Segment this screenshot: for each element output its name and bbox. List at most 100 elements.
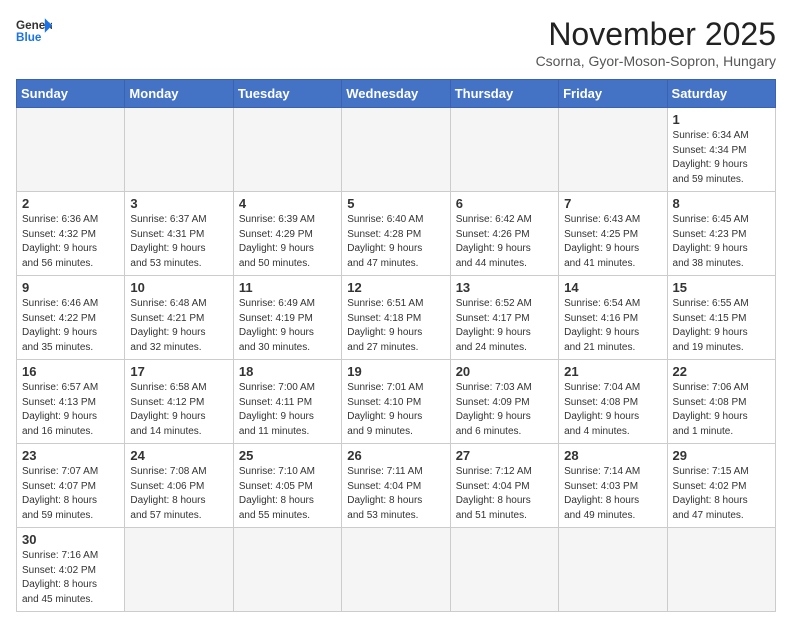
- day-info: Sunrise: 7:03 AM Sunset: 4:09 PM Dayligh…: [456, 381, 553, 439]
- day-number: 28: [564, 448, 661, 463]
- day-number: 25: [239, 448, 336, 463]
- calendar-cell: 12Sunrise: 6:51 AM Sunset: 4:18 PM Dayli…: [342, 276, 450, 360]
- weekday-header-row: SundayMondayTuesdayWednesdayThursdayFrid…: [17, 80, 776, 108]
- day-number: 26: [347, 448, 444, 463]
- day-number: 24: [130, 448, 227, 463]
- day-number: 11: [239, 280, 336, 295]
- day-number: 29: [673, 448, 770, 463]
- week-row-5: 23 Sunrise: 7:07 AM Sunset: 4:07 PM Dayli…: [17, 444, 776, 528]
- calendar-cell: 15Sunrise: 6:55 AM Sunset: 4:15 PM Dayli…: [667, 276, 775, 360]
- title-block: November 2025 Csorna, Gyor-Moson-Sopron,…: [536, 16, 776, 69]
- calendar-cell: 23 Sunrise: 7:07 AM Sunset: 4:07 PM Dayli…: [17, 444, 125, 528]
- calendar-cell: 18Sunrise: 7:00 AM Sunset: 4:11 PM Dayli…: [233, 360, 341, 444]
- day-info: Sunrise: 7:07 AM Sunset: 4:07 PM Dayligh…: [22, 465, 119, 523]
- calendar-cell: 2 Sunrise: 6:36 AM Sunset: 4:32 PM Daylig…: [17, 192, 125, 276]
- day-info: Sunrise: 6:51 AM Sunset: 4:18 PM Dayligh…: [347, 297, 444, 355]
- day-number: 6: [456, 196, 553, 211]
- calendar-cell: 27Sunrise: 7:12 AM Sunset: 4:04 PM Dayli…: [450, 444, 558, 528]
- calendar-cell: 14 Sunrise: 6:54 AM Sunset: 4:16 PM Dayli…: [559, 276, 667, 360]
- calendar-cell: 24 Sunrise: 7:08 AM Sunset: 4:06 PM Dayli…: [125, 444, 233, 528]
- day-number: 23: [22, 448, 119, 463]
- day-number: 16: [22, 364, 119, 379]
- day-number: 1: [673, 112, 770, 127]
- day-info: Sunrise: 7:08 AM Sunset: 4:06 PM Dayligh…: [130, 465, 227, 523]
- day-number: 4: [239, 196, 336, 211]
- day-number: 10: [130, 280, 227, 295]
- calendar-cell: 5 Sunrise: 6:40 AM Sunset: 4:28 PM Daylig…: [342, 192, 450, 276]
- day-info: Sunrise: 7:11 AM Sunset: 4:04 PM Dayligh…: [347, 465, 444, 523]
- calendar-cell: 4 Sunrise: 6:39 AM Sunset: 4:29 PM Daylig…: [233, 192, 341, 276]
- day-info: Sunrise: 6:39 AM Sunset: 4:29 PM Dayligh…: [239, 213, 336, 271]
- weekday-header-friday: Friday: [559, 80, 667, 108]
- calendar-cell: 30Sunrise: 7:16 AM Sunset: 4:02 PM Dayli…: [17, 528, 125, 612]
- calendar-cell: 1Sunrise: 6:34 AM Sunset: 4:34 PM Daylig…: [667, 108, 775, 192]
- week-row-2: 2 Sunrise: 6:36 AM Sunset: 4:32 PM Daylig…: [17, 192, 776, 276]
- day-info: Sunrise: 6:54 AM Sunset: 4:16 PM Dayligh…: [564, 297, 661, 355]
- day-number: 17: [130, 364, 227, 379]
- calendar-cell: 13 Sunrise: 6:52 AM Sunset: 4:17 PM Dayli…: [450, 276, 558, 360]
- calendar-cell: 11 Sunrise: 6:49 AM Sunset: 4:19 PM Dayli…: [233, 276, 341, 360]
- day-info: Sunrise: 7:14 AM Sunset: 4:03 PM Dayligh…: [564, 465, 661, 523]
- day-number: 9: [22, 280, 119, 295]
- calendar-cell: 29 Sunrise: 7:15 AM Sunset: 4:02 PM Dayli…: [667, 444, 775, 528]
- day-info: Sunrise: 6:36 AM Sunset: 4:32 PM Dayligh…: [22, 213, 119, 271]
- day-number: 27: [456, 448, 553, 463]
- day-number: 5: [347, 196, 444, 211]
- calendar-cell: [17, 108, 125, 192]
- calendar-cell: [342, 528, 450, 612]
- day-number: 2: [22, 196, 119, 211]
- calendar-cell: [667, 528, 775, 612]
- day-info: Sunrise: 7:04 AM Sunset: 4:08 PM Dayligh…: [564, 381, 661, 439]
- calendar-cell: 3 Sunrise: 6:37 AM Sunset: 4:31 PM Daylig…: [125, 192, 233, 276]
- day-info: Sunrise: 7:01 AM Sunset: 4:10 PM Dayligh…: [347, 381, 444, 439]
- day-info: Sunrise: 6:37 AM Sunset: 4:31 PM Dayligh…: [130, 213, 227, 271]
- day-info: Sunrise: 7:10 AM Sunset: 4:05 PM Dayligh…: [239, 465, 336, 523]
- day-info: Sunrise: 6:45 AM Sunset: 4:23 PM Dayligh…: [673, 213, 770, 271]
- day-info: Sunrise: 6:49 AM Sunset: 4:19 PM Dayligh…: [239, 297, 336, 355]
- day-info: Sunrise: 6:40 AM Sunset: 4:28 PM Dayligh…: [347, 213, 444, 271]
- calendar-cell: 28 Sunrise: 7:14 AM Sunset: 4:03 PM Dayli…: [559, 444, 667, 528]
- week-row-4: 16 Sunrise: 6:57 AM Sunset: 4:13 PM Dayli…: [17, 360, 776, 444]
- weekday-header-tuesday: Tuesday: [233, 80, 341, 108]
- calendar-cell: 17Sunrise: 6:58 AM Sunset: 4:12 PM Dayli…: [125, 360, 233, 444]
- calendar-cell: [233, 108, 341, 192]
- calendar-cell: 16 Sunrise: 6:57 AM Sunset: 4:13 PM Dayli…: [17, 360, 125, 444]
- calendar-cell: [125, 108, 233, 192]
- logo: General Blue: [16, 16, 52, 44]
- calendar-cell: [450, 108, 558, 192]
- day-number: 30: [22, 532, 119, 547]
- day-number: 13: [456, 280, 553, 295]
- calendar-cell: 21 Sunrise: 7:04 AM Sunset: 4:08 PM Dayli…: [559, 360, 667, 444]
- day-info: Sunrise: 6:52 AM Sunset: 4:17 PM Dayligh…: [456, 297, 553, 355]
- calendar-cell: [125, 528, 233, 612]
- weekday-header-monday: Monday: [125, 80, 233, 108]
- calendar-cell: [559, 528, 667, 612]
- calendar-cell: 25 Sunrise: 7:10 AM Sunset: 4:05 PM Dayli…: [233, 444, 341, 528]
- svg-text:Blue: Blue: [16, 31, 42, 44]
- day-info: Sunrise: 6:43 AM Sunset: 4:25 PM Dayligh…: [564, 213, 661, 271]
- calendar-cell: 20Sunrise: 7:03 AM Sunset: 4:09 PM Dayli…: [450, 360, 558, 444]
- day-info: Sunrise: 6:46 AM Sunset: 4:22 PM Dayligh…: [22, 297, 119, 355]
- calendar-cell: [342, 108, 450, 192]
- calendar-cell: [559, 108, 667, 192]
- logo-icon: General Blue: [16, 16, 52, 44]
- header: General Blue November 2025 Csorna, Gyor-…: [16, 16, 776, 69]
- day-number: 8: [673, 196, 770, 211]
- calendar-cell: [233, 528, 341, 612]
- calendar-cell: 9 Sunrise: 6:46 AM Sunset: 4:22 PM Daylig…: [17, 276, 125, 360]
- day-info: Sunrise: 7:00 AM Sunset: 4:11 PM Dayligh…: [239, 381, 336, 439]
- day-info: Sunrise: 7:15 AM Sunset: 4:02 PM Dayligh…: [673, 465, 770, 523]
- week-row-1: 1Sunrise: 6:34 AM Sunset: 4:34 PM Daylig…: [17, 108, 776, 192]
- day-number: 14: [564, 280, 661, 295]
- day-number: 19: [347, 364, 444, 379]
- week-row-6: 30Sunrise: 7:16 AM Sunset: 4:02 PM Dayli…: [17, 528, 776, 612]
- day-info: Sunrise: 6:48 AM Sunset: 4:21 PM Dayligh…: [130, 297, 227, 355]
- weekday-header-thursday: Thursday: [450, 80, 558, 108]
- day-info: Sunrise: 6:42 AM Sunset: 4:26 PM Dayligh…: [456, 213, 553, 271]
- day-number: 21: [564, 364, 661, 379]
- week-row-3: 9 Sunrise: 6:46 AM Sunset: 4:22 PM Daylig…: [17, 276, 776, 360]
- day-info: Sunrise: 6:57 AM Sunset: 4:13 PM Dayligh…: [22, 381, 119, 439]
- day-info: Sunrise: 6:55 AM Sunset: 4:15 PM Dayligh…: [673, 297, 770, 355]
- day-number: 3: [130, 196, 227, 211]
- calendar-cell: 6 Sunrise: 6:42 AM Sunset: 4:26 PM Daylig…: [450, 192, 558, 276]
